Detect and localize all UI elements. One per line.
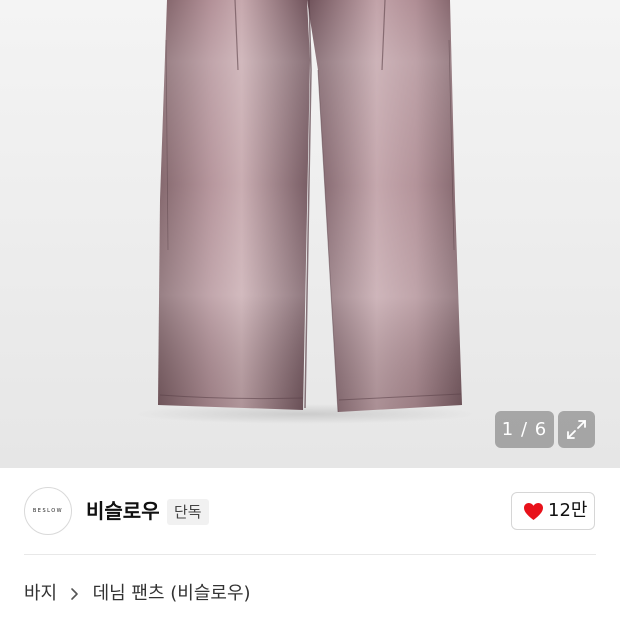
product-image[interactable] [0, 0, 620, 468]
divider [24, 554, 596, 555]
exclusive-badge: 단독 [167, 499, 209, 525]
breadcrumb: 바지 데님 팬츠 (비슬로우) [24, 579, 251, 609]
image-counter: 1 / 6 [495, 411, 554, 448]
expand-icon [567, 420, 586, 439]
brand-name[interactable]: 비슬로우 [86, 497, 160, 525]
brand-logo[interactable]: BESLOW [24, 487, 72, 535]
breadcrumb-subcategory[interactable]: 데님 팬츠 (비슬로우) [93, 583, 251, 604]
like-button[interactable]: 12만 [511, 492, 595, 530]
heart-icon [524, 503, 543, 520]
brand-row: BESLOW 비슬로우 단독 12만 [0, 468, 620, 554]
breadcrumb-category[interactable]: 바지 [24, 583, 57, 604]
chevron-right-icon [71, 588, 78, 600]
like-count: 12만 [548, 500, 588, 521]
product-image-gallery[interactable]: 1 / 6 [0, 0, 620, 468]
expand-button[interactable] [558, 411, 595, 448]
